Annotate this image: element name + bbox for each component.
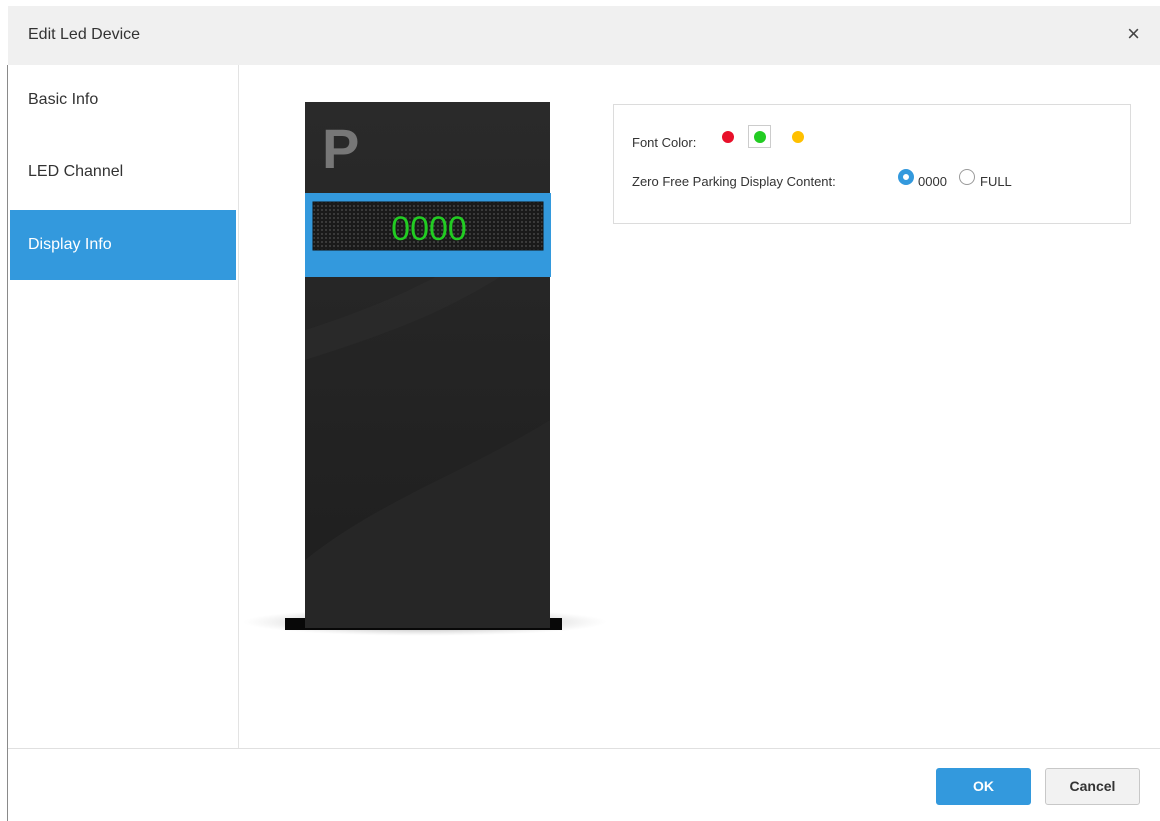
parking-logo: P xyxy=(322,117,359,180)
font-color-label: Font Color: xyxy=(632,135,697,150)
ok-button[interactable]: OK xyxy=(936,768,1031,805)
cancel-button[interactable]: Cancel xyxy=(1045,768,1140,805)
font-color-red-swatch[interactable] xyxy=(722,131,734,143)
radio-0000-label[interactable]: 0000 xyxy=(918,174,947,189)
edit-led-device-dialog: Edit Led Device × Basic Info LED Channel… xyxy=(0,0,1160,821)
font-color-green-swatch[interactable] xyxy=(754,131,766,143)
display-settings-panel: Font Color: Zero Free Parking Display Co… xyxy=(613,104,1131,224)
font-color-yellow-swatch[interactable] xyxy=(792,131,804,143)
radio-full-label[interactable]: FULL xyxy=(980,174,1012,189)
zero-free-parking-label: Zero Free Parking Display Content: xyxy=(632,174,836,189)
led-display-value: 0000 xyxy=(391,210,467,248)
radio-0000[interactable] xyxy=(898,169,914,185)
footer-divider xyxy=(8,748,1160,749)
radio-full[interactable] xyxy=(959,169,975,185)
